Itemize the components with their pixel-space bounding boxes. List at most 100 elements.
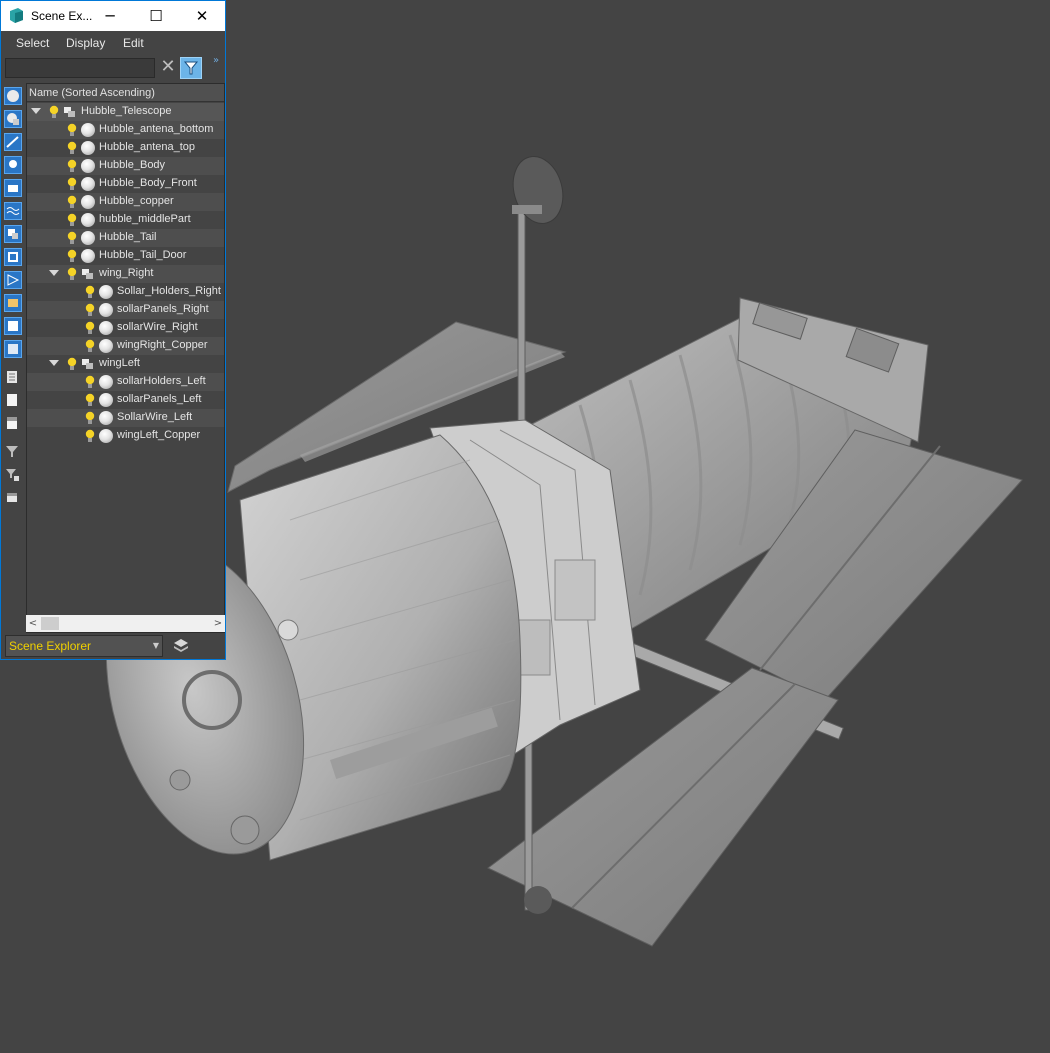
chevron-down-icon[interactable] (49, 360, 59, 366)
display-containers-button[interactable] (4, 317, 22, 335)
tree-group-row[interactable]: wing_Right (27, 265, 224, 283)
tree-row[interactable]: Sollar_Holders_Right (27, 283, 224, 301)
visibility-bulb-icon[interactable] (85, 321, 95, 335)
group-icon (82, 359, 93, 369)
tree-row-label: Hubble_Telescope (81, 105, 172, 117)
app-3dsmax-icon (10, 8, 23, 23)
visibility-bulb-icon[interactable] (85, 411, 95, 425)
scroll-thumb[interactable] (41, 617, 59, 630)
tree-group-row[interactable]: wingLeft (27, 355, 224, 373)
visibility-bulb-icon[interactable] (67, 231, 77, 245)
tree-row-label: Hubble_antena_top (99, 141, 196, 153)
visibility-bulb-icon[interactable] (67, 249, 77, 263)
select-all-button[interactable] (4, 369, 22, 387)
tree-row-label: Hubble_Body_Front (99, 177, 197, 189)
tree-row[interactable]: Hubble_Body_Front (27, 175, 224, 193)
tree-row[interactable]: Hubble_Tail_Door (27, 247, 224, 265)
scroll-left-button[interactable]: < (26, 615, 40, 632)
visibility-bulb-icon[interactable] (67, 357, 77, 371)
toolbar-overflow-icon[interactable]: » (213, 55, 219, 66)
visibility-bulb-icon[interactable] (67, 177, 77, 191)
visibility-bulb-icon[interactable] (49, 105, 59, 119)
tree-row[interactable]: wingLeft_Copper (27, 427, 224, 445)
display-shapes-button[interactable] (4, 133, 22, 151)
scroll-right-button[interactable]: > (211, 615, 225, 632)
chevron-down-icon[interactable] (31, 108, 41, 114)
clear-search-button[interactable]: ✕ (159, 57, 177, 77)
filter-settings-button[interactable] (4, 466, 22, 484)
geometry-object-icon (81, 123, 95, 137)
tree-row[interactable]: Hubble_Body (27, 157, 224, 175)
visibility-bulb-icon[interactable] (85, 375, 95, 389)
tree-row-label: hubble_middlePart (99, 213, 191, 225)
find-icon (7, 493, 17, 502)
maximize-button[interactable]: ☐ (133, 1, 179, 31)
visibility-bulb-icon[interactable] (85, 393, 95, 407)
tree-group-row[interactable]: Hubble_Telescope (27, 103, 224, 121)
display-groups-button[interactable] (4, 248, 22, 266)
tree-row[interactable]: wingRight_Copper (27, 337, 224, 355)
visibility-bulb-icon[interactable] (67, 159, 77, 173)
tree-row[interactable]: sollarHolders_Left (27, 373, 224, 391)
tree-row[interactable]: Hubble_antena_top (27, 139, 224, 157)
tree-row-label: Hubble_Tail (99, 231, 157, 243)
minimize-button[interactable]: ─ (87, 1, 133, 31)
visibility-bulb-icon[interactable] (67, 213, 77, 227)
horizontal-scrollbar[interactable]: < > (26, 615, 225, 632)
tree-row[interactable]: Hubble_copper (27, 193, 224, 211)
filter-toggle-tool-button[interactable] (4, 443, 22, 461)
visibility-bulb-icon[interactable] (67, 123, 77, 137)
tree-row-label: Hubble_Tail_Door (99, 249, 187, 261)
title-bar[interactable]: Scene Ex... ─ ☐ ✕ (1, 1, 225, 31)
display-bones-button[interactable] (4, 294, 22, 312)
display-xrefs-button[interactable] (4, 271, 22, 289)
scene-explorer-window[interactable]: Scene Ex... ─ ☐ ✕ Select Display Edit ✕ … (0, 0, 226, 660)
display-geometry-button[interactable] (4, 110, 22, 128)
tree-row-label: wingRight_Copper (117, 339, 208, 351)
display-cameras-button[interactable] (4, 179, 22, 197)
name-column-header[interactable]: Name (Sorted Ascending) (27, 84, 224, 102)
tree-row[interactable]: sollarPanels_Left (27, 391, 224, 409)
menu-display[interactable]: Display (66, 36, 105, 50)
minimize-icon: ─ (105, 7, 115, 25)
visibility-bulb-icon[interactable] (85, 429, 95, 443)
display-all-icon (7, 90, 19, 102)
select-none-button[interactable] (4, 392, 22, 410)
visibility-bulb-icon[interactable] (85, 339, 95, 353)
close-button[interactable]: ✕ (179, 1, 225, 31)
display-xrefs-icon (7, 274, 20, 286)
visibility-bulb-icon[interactable] (85, 303, 95, 317)
tree-row[interactable]: Hubble_antena_bottom (27, 121, 224, 139)
visibility-bulb-icon[interactable] (67, 141, 77, 155)
explorer-select[interactable]: Scene Explorer ▼ (5, 635, 163, 657)
display-helpers-button[interactable] (4, 202, 22, 220)
geometry-object-icon (81, 141, 95, 155)
display-all-button[interactable] (4, 87, 22, 105)
tree-row[interactable]: sollarWire_Right (27, 319, 224, 337)
menu-select[interactable]: Select (16, 36, 49, 50)
menu-edit[interactable]: Edit (123, 36, 144, 50)
chevron-down-icon: ▼ (152, 641, 159, 650)
filter-toggle-button[interactable] (180, 57, 202, 79)
tree-row[interactable]: Hubble_Tail (27, 229, 224, 247)
tree-row[interactable]: sollarPanels_Right (27, 301, 224, 319)
display-frozen-button[interactable] (4, 340, 22, 358)
visibility-bulb-icon[interactable] (67, 195, 77, 209)
tree-row[interactable]: SollarWire_Left (27, 409, 224, 427)
chevron-down-icon[interactable] (49, 270, 59, 276)
find-button[interactable] (4, 489, 22, 507)
geometry-object-icon (81, 195, 95, 209)
visibility-bulb-icon[interactable] (67, 267, 77, 281)
select-invert-button[interactable] (4, 415, 22, 433)
chevron-left-icon: < (28, 618, 38, 629)
visibility-bulb-icon[interactable] (85, 285, 95, 299)
scene-tree[interactable]: Name (Sorted Ascending) Hubble_Telescope… (26, 83, 225, 633)
layers-button[interactable] (171, 637, 191, 655)
antenna-dish-bottom (524, 886, 552, 914)
display-spacewarps-button[interactable] (4, 225, 22, 243)
tree-row-label: sollarPanels_Right (117, 303, 209, 315)
search-input[interactable] (5, 58, 155, 78)
tree-row[interactable]: hubble_middlePart (27, 211, 224, 229)
display-lights-button[interactable] (4, 156, 22, 174)
geometry-object-icon (81, 249, 95, 263)
